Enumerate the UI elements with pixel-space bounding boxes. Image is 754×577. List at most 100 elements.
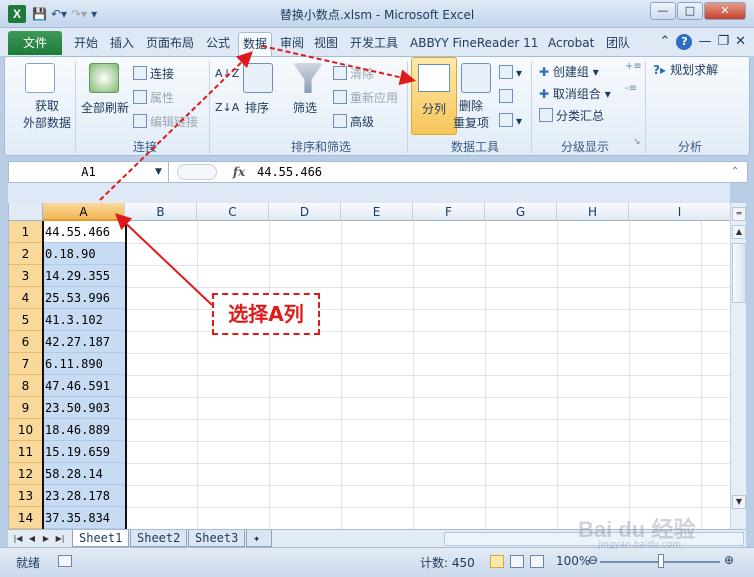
doc-restore-icon[interactable]: ❐	[717, 34, 729, 50]
close-icon[interactable]: ✕	[704, 2, 746, 20]
tab-abbyy[interactable]: ABBYY FineReader 11	[406, 32, 542, 56]
next-sheet-icon[interactable]: ▶	[40, 532, 52, 545]
macro-record-icon[interactable]	[58, 555, 72, 567]
column-header-d[interactable]: D	[269, 203, 341, 221]
get-external-data-button[interactable]: 获取 外部数据	[23, 97, 71, 131]
doc-close-icon[interactable]: ✕	[735, 34, 746, 50]
show-detail-icon[interactable]: +≡	[625, 61, 642, 72]
tab-formulas[interactable]: 公式	[202, 32, 234, 56]
subtotal-button[interactable]: 分类汇总	[539, 107, 604, 124]
edit-links-button[interactable]: 编辑链接	[133, 113, 198, 130]
tab-home[interactable]: 开始	[70, 32, 102, 56]
group-button[interactable]: ✚ 创建组 ▾	[539, 63, 599, 80]
what-if-icon[interactable]: ▾	[499, 113, 522, 128]
zoom-level[interactable]: 100%	[556, 554, 590, 568]
scroll-thumb[interactable]	[732, 243, 746, 303]
row-header[interactable]: 2	[9, 243, 43, 265]
tab-review[interactable]: 审阅	[276, 32, 308, 56]
consolidate-icon[interactable]	[499, 89, 516, 104]
tab-data[interactable]: 数据	[238, 32, 273, 56]
column-header-e[interactable]: E	[341, 203, 413, 221]
remove-duplicates-button[interactable]: 删除 重复项	[453, 97, 489, 131]
row-header[interactable]: 1	[9, 221, 43, 243]
page-layout-view-icon[interactable]	[510, 555, 524, 568]
name-box-dropdown-icon[interactable]: ▼	[155, 162, 162, 182]
first-sheet-icon[interactable]: |◀	[12, 532, 24, 545]
tab-developer[interactable]: 开发工具	[346, 32, 402, 56]
vertical-scrollbar[interactable]: ═ ▲ ▼	[730, 203, 746, 529]
column-header-b[interactable]: B	[125, 203, 197, 221]
name-box[interactable]: A1	[9, 162, 169, 182]
last-sheet-icon[interactable]: ▶|	[54, 532, 66, 545]
page-break-view-icon[interactable]	[530, 555, 544, 568]
zoom-in-icon[interactable]: ⊕	[724, 553, 734, 567]
column-header-i[interactable]: I	[629, 203, 730, 221]
hide-detail-icon[interactable]: -≡	[625, 83, 637, 94]
expand-formula-bar-icon[interactable]: ⌃	[731, 166, 739, 177]
row-header[interactable]: 5	[9, 309, 43, 331]
column-header-f[interactable]: F	[413, 203, 485, 221]
minimize-icon[interactable]: —	[650, 2, 676, 20]
zoom-slider-thumb[interactable]	[658, 554, 664, 568]
formula-value[interactable]: 44.55.466	[257, 162, 322, 182]
group-label-sort-filter: 排序和筛选	[290, 140, 351, 154]
row-header[interactable]: 14	[9, 507, 43, 529]
help-icon[interactable]: ?	[676, 34, 693, 50]
sheet-tab-2[interactable]: Sheet2	[130, 530, 188, 547]
sort-az-icon[interactable]: A↓Z	[215, 67, 239, 80]
doc-minimize-icon[interactable]: —	[698, 34, 711, 50]
restore-icon[interactable]: □	[677, 2, 703, 20]
ribbon-data: 获取 外部数据 全部刷新 连接 属性 编辑链接 连接 A↓Z Z↓A 排序 筛选…	[4, 56, 750, 156]
column-header-g[interactable]: G	[485, 203, 557, 221]
row-header[interactable]: 7	[9, 353, 43, 375]
tab-team[interactable]: 团队	[602, 32, 634, 56]
text-to-columns-button[interactable]: 分列	[411, 57, 457, 135]
select-all-corner[interactable]	[9, 203, 43, 221]
scroll-split-icon[interactable]: ═	[732, 207, 746, 221]
insert-function-icon[interactable]: fx	[227, 162, 251, 182]
solver-button[interactable]: ?▸ 规划求解	[653, 61, 718, 78]
properties-button[interactable]: 属性	[133, 89, 174, 106]
scroll-down-icon[interactable]: ▼	[732, 495, 746, 509]
ungroup-label: 取消组合	[552, 87, 601, 101]
row-header[interactable]: 10	[9, 419, 43, 441]
tab-insert[interactable]: 插入	[106, 32, 138, 56]
minimize-ribbon-icon[interactable]: ⌃	[660, 34, 671, 50]
column-header-h[interactable]: H	[557, 203, 629, 221]
ungroup-button[interactable]: ✚ 取消组合 ▾	[539, 85, 611, 102]
row-header[interactable]: 3	[9, 265, 43, 287]
outline-dialog-launcher-icon[interactable]: ↘	[633, 137, 641, 147]
normal-view-icon[interactable]	[490, 555, 504, 568]
sort-button[interactable]: 排序	[245, 99, 269, 116]
connections-button[interactable]: 连接	[133, 65, 174, 82]
clear-button[interactable]: 清除	[333, 65, 374, 82]
tab-page-layout[interactable]: 页面布局	[142, 32, 198, 56]
row-header[interactable]: 4	[9, 287, 43, 309]
row-header[interactable]: 6	[9, 331, 43, 353]
formula-bar-divider-icon[interactable]	[177, 164, 217, 180]
insert-sheet-icon[interactable]: ✦	[246, 530, 272, 547]
sort-za-icon[interactable]: Z↓A	[215, 101, 239, 114]
tab-view[interactable]: 视图	[310, 32, 342, 56]
row-header[interactable]: 8	[9, 375, 43, 397]
column-header-a[interactable]: A	[43, 203, 125, 221]
row-header[interactable]: 11	[9, 441, 43, 463]
reapply-button[interactable]: 重新应用	[333, 89, 398, 106]
column-header-c[interactable]: C	[197, 203, 269, 221]
prev-sheet-icon[interactable]: ◀	[26, 532, 38, 545]
filter-button[interactable]: 筛选	[293, 99, 317, 116]
what-if-glyph	[499, 113, 513, 127]
tab-file[interactable]: 文件	[8, 31, 62, 55]
sheet-tab-1[interactable]: Sheet1	[72, 530, 130, 547]
refresh-all-button[interactable]: 全部刷新	[81, 99, 129, 116]
tab-acrobat[interactable]: Acrobat	[544, 32, 598, 56]
row-header[interactable]: 12	[9, 463, 43, 485]
scroll-up-icon[interactable]: ▲	[732, 225, 746, 239]
row-header[interactable]: 9	[9, 397, 43, 419]
zoom-out-icon[interactable]: ⊖	[588, 553, 598, 567]
advanced-button[interactable]: 高级	[333, 113, 374, 130]
worksheet-grid[interactable]: A B C D E F G H I 1 44.55.466 2 0.18.90 3 14.…	[8, 203, 730, 529]
sheet-tab-3[interactable]: Sheet3	[188, 530, 246, 547]
data-validation-icon[interactable]: ▾	[499, 65, 522, 80]
row-header[interactable]: 13	[9, 485, 43, 507]
